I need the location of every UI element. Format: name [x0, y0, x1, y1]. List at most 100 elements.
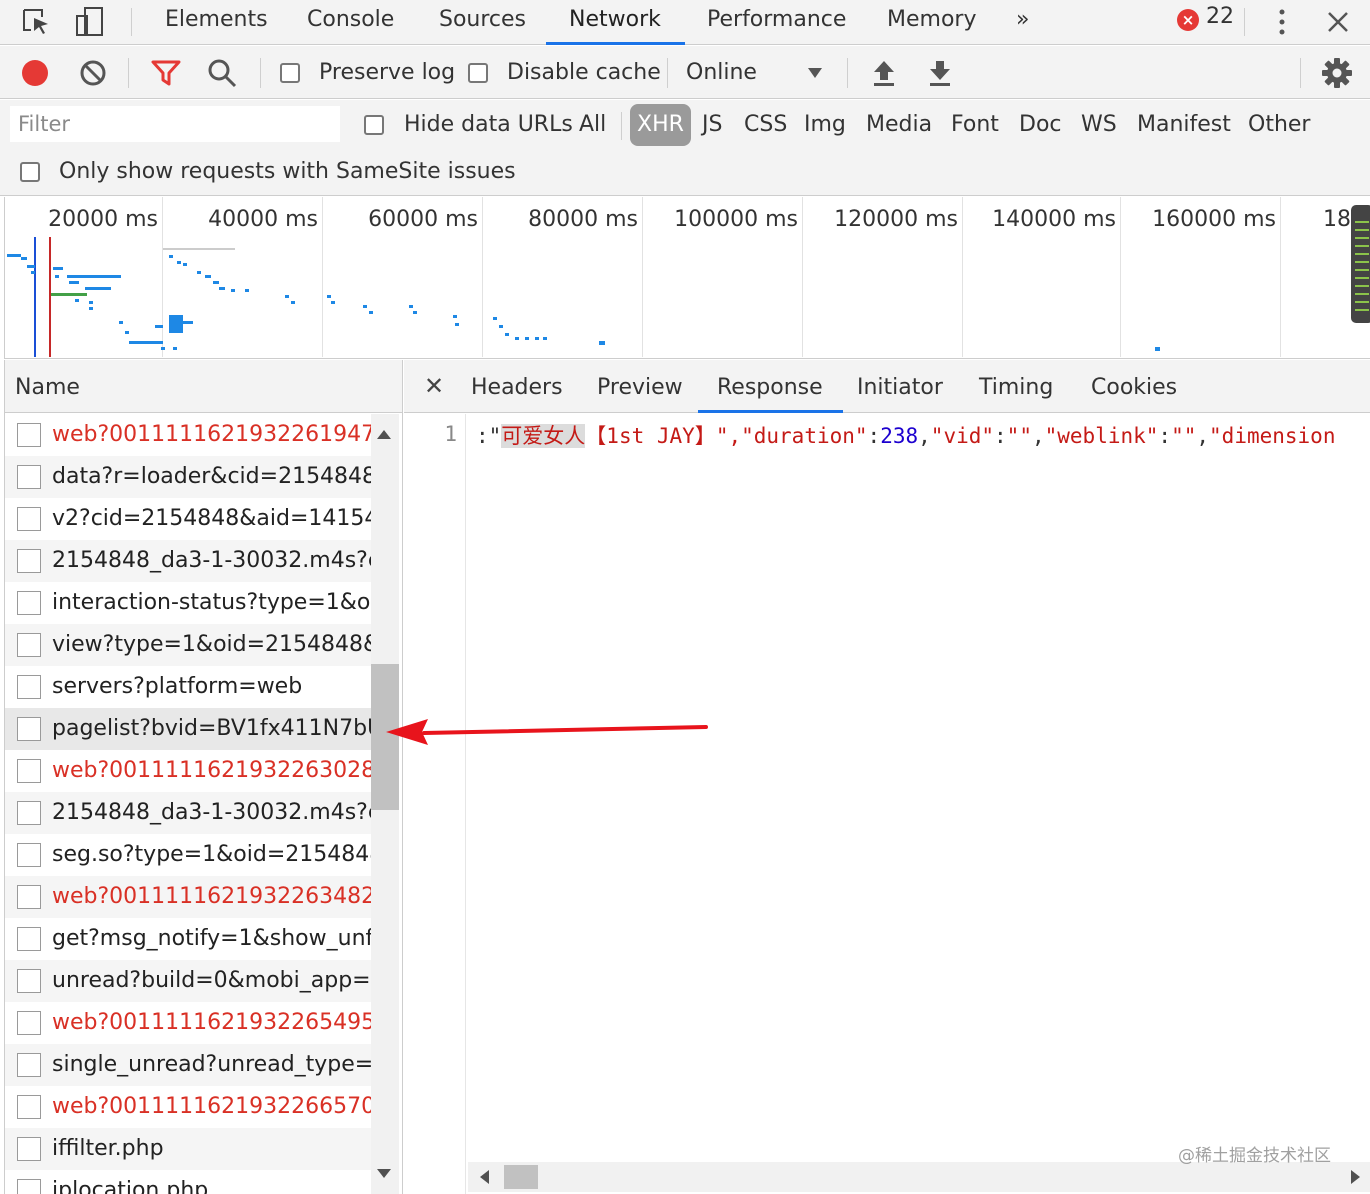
request-row[interactable]: unread?build=0&mobi_app=.	[5, 960, 371, 1002]
disable-cache-checkbox[interactable]: Disable cache	[468, 46, 661, 99]
scroll-right-icon[interactable]	[1351, 1170, 1360, 1184]
filter-type-media[interactable]: Media	[866, 102, 932, 148]
filter-type-manifest[interactable]: Manifest	[1137, 102, 1231, 148]
tab-headers[interactable]: Headers	[471, 360, 563, 413]
tab-performance[interactable]: Performance	[707, 0, 846, 45]
request-row-checkbox[interactable]	[17, 969, 41, 993]
export-har-icon[interactable]	[925, 58, 955, 88]
request-row[interactable]: single_unread?unread_type=C	[5, 1044, 371, 1086]
request-row-checkbox[interactable]	[17, 1179, 41, 1194]
code-token: ""	[1006, 424, 1032, 448]
more-tabs-button[interactable]: »	[1016, 0, 1029, 45]
request-row[interactable]: web?00111116219322634821	[5, 876, 371, 918]
request-row[interactable]: pagelist?bvid=BV1fx411N7bU	[5, 708, 371, 750]
close-detail-icon[interactable]: ✕	[424, 360, 444, 413]
tab-network[interactable]: Network	[546, 0, 685, 45]
hide-data-urls-checkbox[interactable]: Hide data URLs	[364, 102, 573, 148]
watermark: @稀土掘金技术社区	[1178, 1146, 1331, 1166]
chevron-down-icon[interactable]	[806, 66, 824, 80]
filter-icon[interactable]	[150, 58, 182, 88]
tab-cookies[interactable]: Cookies	[1091, 360, 1177, 413]
clear-icon[interactable]	[79, 59, 107, 87]
request-row[interactable]: v2?cid=2154848&aid=141548	[5, 498, 371, 540]
request-row-checkbox[interactable]	[17, 927, 41, 951]
throttling-select[interactable]: Online	[686, 46, 757, 99]
request-row[interactable]: seg.so?type=1&oid=2154848	[5, 834, 371, 876]
request-list-scrollbar[interactable]	[371, 414, 399, 1194]
request-row-checkbox[interactable]	[17, 801, 41, 825]
tab-timing[interactable]: Timing	[979, 360, 1053, 413]
request-row[interactable]: 2154848_da3-1-30032.m4s?e.	[5, 792, 371, 834]
preserve-log-box[interactable]	[280, 63, 300, 83]
request-row-checkbox[interactable]	[17, 1095, 41, 1119]
samesite-checkbox[interactable]: Only show requests with SameSite issues	[20, 152, 516, 192]
kebab-menu-icon[interactable]	[1264, 4, 1300, 40]
filter-type-all[interactable]: All	[579, 102, 606, 148]
device-toolbar-icon[interactable]	[72, 4, 108, 40]
filter-type-doc[interactable]: Doc	[1019, 102, 1062, 148]
tab-console[interactable]: Console	[307, 0, 394, 45]
request-row[interactable]: web?00111116219322665701	[5, 1086, 371, 1128]
request-row-checkbox[interactable]	[17, 759, 41, 783]
request-row-checkbox[interactable]	[17, 633, 41, 657]
name-column-header[interactable]: Name	[5, 360, 402, 413]
filter-type-ws[interactable]: WS	[1081, 102, 1117, 148]
request-row[interactable]: iplocation.php	[5, 1170, 371, 1194]
scroll-up-icon[interactable]	[377, 430, 391, 439]
tab-response[interactable]: Response	[698, 360, 843, 413]
request-row[interactable]: view?type=1&oid=2154848&	[5, 624, 371, 666]
request-row-checkbox[interactable]	[17, 549, 41, 573]
request-row-checkbox[interactable]	[17, 1137, 41, 1161]
record-icon[interactable]	[20, 58, 50, 88]
filter-type-css[interactable]: CSS	[744, 102, 787, 148]
preserve-log-checkbox[interactable]: Preserve log	[280, 46, 455, 99]
request-row-checkbox[interactable]	[17, 1011, 41, 1035]
request-row-checkbox[interactable]	[17, 591, 41, 615]
samesite-box[interactable]	[20, 162, 40, 182]
hide-data-urls-box[interactable]	[364, 115, 384, 135]
settings-gear-icon[interactable]	[1321, 57, 1353, 89]
request-row[interactable]: interaction-status?type=1&oi.	[5, 582, 371, 624]
response-body[interactable]: :"可爱女人【1st JAY】","duration":238,"vid":""…	[476, 420, 1335, 452]
close-devtools-icon[interactable]	[1320, 4, 1356, 40]
response-hscrollbar[interactable]	[468, 1162, 1370, 1192]
tab-memory[interactable]: Memory	[887, 0, 976, 45]
request-row-checkbox[interactable]	[17, 465, 41, 489]
network-overview[interactable]: 20000 ms 40000 ms 60000 ms 80000 ms 1000…	[4, 197, 1370, 359]
request-row-checkbox[interactable]	[17, 1053, 41, 1077]
request-row-checkbox[interactable]	[17, 885, 41, 909]
request-row[interactable]: 2154848_da3-1-30032.m4s?e.	[5, 540, 371, 582]
request-row-checkbox[interactable]	[17, 843, 41, 867]
import-har-icon[interactable]	[869, 58, 899, 88]
error-icon[interactable]: ×	[1177, 9, 1199, 31]
filter-type-xhr[interactable]: XHR	[630, 104, 691, 146]
filter-type-font[interactable]: Font	[951, 102, 999, 148]
request-row[interactable]: iffilter.php	[5, 1128, 371, 1170]
tab-sources[interactable]: Sources	[439, 0, 526, 45]
filter-input[interactable]	[10, 106, 340, 142]
filter-type-img[interactable]: Img	[804, 102, 846, 148]
tab-elements[interactable]: Elements	[165, 0, 268, 45]
scroll-thumb[interactable]	[504, 1165, 538, 1189]
request-row[interactable]: web?00111116219322630281	[5, 750, 371, 792]
filter-type-other[interactable]: Other	[1248, 102, 1310, 148]
error-count[interactable]: 22	[1206, 4, 1234, 29]
tab-preview[interactable]: Preview	[597, 360, 683, 413]
filter-type-js[interactable]: JS	[702, 102, 722, 148]
search-icon[interactable]	[206, 57, 238, 89]
request-row[interactable]: servers?platform=web	[5, 666, 371, 708]
request-row[interactable]: get?msg_notify=1&show_unf.	[5, 918, 371, 960]
request-row[interactable]: web?0011111621932261947 1	[5, 414, 371, 456]
disable-cache-box[interactable]	[468, 63, 488, 83]
inspect-element-icon[interactable]	[18, 4, 54, 40]
request-row[interactable]: data?r=loader&cid=2154848.	[5, 456, 371, 498]
request-row-checkbox[interactable]	[17, 507, 41, 531]
request-row-checkbox[interactable]	[17, 717, 41, 741]
request-row[interactable]: web?00111116219322654951	[5, 1002, 371, 1044]
scroll-down-icon[interactable]	[377, 1169, 391, 1178]
scroll-left-icon[interactable]	[480, 1170, 489, 1184]
request-row-checkbox[interactable]	[17, 675, 41, 699]
samesite-label: Only show requests with SameSite issues	[59, 159, 516, 184]
request-row-checkbox[interactable]	[17, 423, 41, 447]
tab-initiator[interactable]: Initiator	[857, 360, 943, 413]
